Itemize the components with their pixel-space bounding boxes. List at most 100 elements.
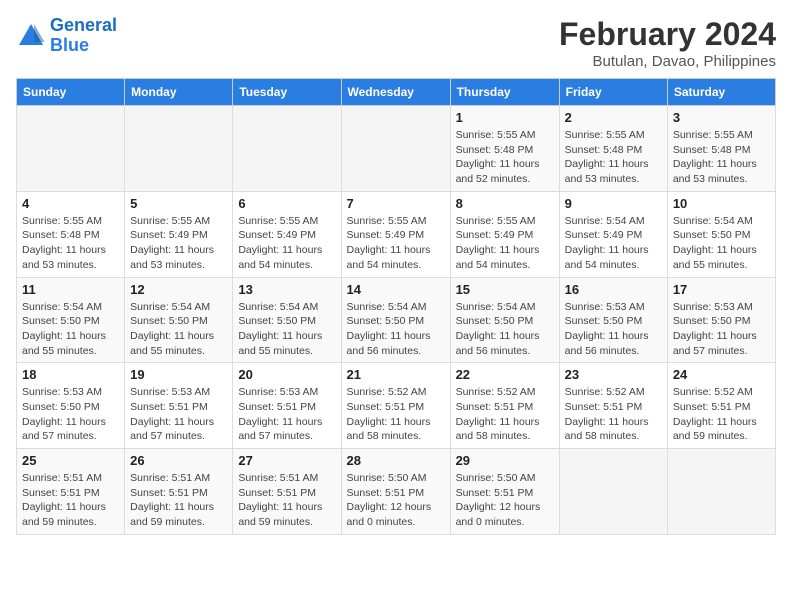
day-detail: Sunrise: 5:54 AMSunset: 5:49 PMDaylight:… xyxy=(565,214,662,273)
calendar-week-5: 25 Sunrise: 5:51 AMSunset: 5:51 PMDayligh… xyxy=(17,449,776,535)
title-block: February 2024 Butulan, Davao, Philippine… xyxy=(559,16,776,70)
day-detail: Sunrise: 5:55 AMSunset: 5:49 PMDaylight:… xyxy=(456,214,554,273)
day-detail: Sunrise: 5:51 AMSunset: 5:51 PMDaylight:… xyxy=(238,471,335,530)
day-number: 15 xyxy=(456,282,554,297)
day-detail: Sunrise: 5:53 AMSunset: 5:51 PMDaylight:… xyxy=(130,385,227,444)
calendar-cell: 6 Sunrise: 5:55 AMSunset: 5:49 PMDaylight… xyxy=(233,191,341,277)
day-number: 29 xyxy=(456,453,554,468)
day-detail: Sunrise: 5:52 AMSunset: 5:51 PMDaylight:… xyxy=(456,385,554,444)
calendar-cell: 7 Sunrise: 5:55 AMSunset: 5:49 PMDaylight… xyxy=(341,191,450,277)
calendar-week-3: 11 Sunrise: 5:54 AMSunset: 5:50 PMDayligh… xyxy=(17,277,776,363)
calendar-week-2: 4 Sunrise: 5:55 AMSunset: 5:48 PMDaylight… xyxy=(17,191,776,277)
logo: General Blue xyxy=(16,16,117,56)
calendar-cell xyxy=(233,106,341,192)
calendar-cell: 2Sunrise: 5:55 AMSunset: 5:48 PMDaylight… xyxy=(559,106,667,192)
day-number: 10 xyxy=(673,196,770,211)
calendar-week-1: 1 Sunrise: 5:55 AMSunset: 5:48 PMDaylight… xyxy=(17,106,776,192)
day-number: 25 xyxy=(22,453,119,468)
weekday-header-row: SundayMondayTuesdayWednesdayThursdayFrid… xyxy=(17,79,776,106)
calendar-cell xyxy=(125,106,233,192)
weekday-header-thursday: Thursday xyxy=(450,79,559,106)
calendar-cell: 20Sunrise: 5:53 AMSunset: 5:51 PMDayligh… xyxy=(233,363,341,449)
calendar-cell: 10Sunrise: 5:54 AMSunset: 5:50 PMDayligh… xyxy=(667,191,775,277)
calendar-cell: 23 Sunrise: 5:52 AMSunset: 5:51 PMDayligh… xyxy=(559,363,667,449)
day-detail: Sunrise: 5:50 AMSunset: 5:51 PMDaylight:… xyxy=(456,471,554,530)
month-year: February 2024 xyxy=(559,16,776,53)
calendar-table: SundayMondayTuesdayWednesdayThursdayFrid… xyxy=(16,78,776,535)
day-number: 12 xyxy=(130,282,227,297)
day-number: 22 xyxy=(456,367,554,382)
calendar-cell: 4 Sunrise: 5:55 AMSunset: 5:48 PMDaylight… xyxy=(17,191,125,277)
calendar-cell: 13 Sunrise: 5:54 AMSunset: 5:50 PMDayligh… xyxy=(233,277,341,363)
day-detail: Sunrise: 5:50 AMSunset: 5:51 PMDaylight:… xyxy=(347,471,445,530)
day-detail: Sunrise: 5:55 AMSunset: 5:49 PMDaylight:… xyxy=(130,214,227,273)
calendar-cell: 17 Sunrise: 5:53 AMSunset: 5:50 PMDayligh… xyxy=(667,277,775,363)
location: Butulan, Davao, Philippines xyxy=(559,53,776,70)
calendar-cell: 25 Sunrise: 5:51 AMSunset: 5:51 PMDayligh… xyxy=(17,449,125,535)
logo-icon xyxy=(16,21,46,51)
day-number: 3 xyxy=(673,110,770,125)
day-number: 27 xyxy=(238,453,335,468)
day-number: 19 xyxy=(130,367,227,382)
calendar-cell: 19 Sunrise: 5:53 AMSunset: 5:51 PMDayligh… xyxy=(125,363,233,449)
calendar-cell: 8 Sunrise: 5:55 AMSunset: 5:49 PMDaylight… xyxy=(450,191,559,277)
day-detail: Sunrise: 5:55 AMSunset: 5:48 PMDaylight:… xyxy=(22,214,119,273)
day-detail: Sunrise: 5:55 AMSunset: 5:49 PMDaylight:… xyxy=(347,214,445,273)
day-detail: Sunrise: 5:54 AMSunset: 5:50 PMDaylight:… xyxy=(238,300,335,359)
calendar-body: 1 Sunrise: 5:55 AMSunset: 5:48 PMDaylight… xyxy=(17,106,776,535)
day-number: 18 xyxy=(22,367,119,382)
calendar-cell: 14Sunrise: 5:54 AMSunset: 5:50 PMDayligh… xyxy=(341,277,450,363)
day-number: 23 xyxy=(565,367,662,382)
calendar-week-4: 18 Sunrise: 5:53 AMSunset: 5:50 PMDayligh… xyxy=(17,363,776,449)
day-number: 7 xyxy=(347,196,445,211)
calendar-cell: 11 Sunrise: 5:54 AMSunset: 5:50 PMDayligh… xyxy=(17,277,125,363)
day-number: 9 xyxy=(565,196,662,211)
day-number: 16 xyxy=(565,282,662,297)
calendar-cell: 21Sunrise: 5:52 AMSunset: 5:51 PMDayligh… xyxy=(341,363,450,449)
calendar-cell: 16 Sunrise: 5:53 AMSunset: 5:50 PMDayligh… xyxy=(559,277,667,363)
calendar-cell: 18 Sunrise: 5:53 AMSunset: 5:50 PMDayligh… xyxy=(17,363,125,449)
day-detail: Sunrise: 5:51 AMSunset: 5:51 PMDaylight:… xyxy=(22,471,119,530)
day-detail: Sunrise: 5:51 AMSunset: 5:51 PMDaylight:… xyxy=(130,471,227,530)
day-detail: Sunrise: 5:54 AMSunset: 5:50 PMDaylight:… xyxy=(22,300,119,359)
day-detail: Sunrise: 5:53 AMSunset: 5:50 PMDaylight:… xyxy=(673,300,770,359)
day-number: 11 xyxy=(22,282,119,297)
calendar-cell xyxy=(341,106,450,192)
weekday-header-tuesday: Tuesday xyxy=(233,79,341,106)
calendar-cell: 29 Sunrise: 5:50 AMSunset: 5:51 PMDayligh… xyxy=(450,449,559,535)
day-detail: Sunrise: 5:55 AMSunset: 5:48 PMDaylight:… xyxy=(456,128,554,187)
day-number: 28 xyxy=(347,453,445,468)
weekday-header-sunday: Sunday xyxy=(17,79,125,106)
weekday-header-monday: Monday xyxy=(125,79,233,106)
day-number: 1 xyxy=(456,110,554,125)
day-number: 2 xyxy=(565,110,662,125)
weekday-header-saturday: Saturday xyxy=(667,79,775,106)
calendar-cell: 15Sunrise: 5:54 AMSunset: 5:50 PMDayligh… xyxy=(450,277,559,363)
day-number: 13 xyxy=(238,282,335,297)
day-detail: Sunrise: 5:53 AMSunset: 5:50 PMDaylight:… xyxy=(565,300,662,359)
day-detail: Sunrise: 5:55 AMSunset: 5:49 PMDaylight:… xyxy=(238,214,335,273)
calendar-cell: 3 Sunrise: 5:55 AMSunset: 5:48 PMDaylight… xyxy=(667,106,775,192)
calendar-cell: 26 Sunrise: 5:51 AMSunset: 5:51 PMDayligh… xyxy=(125,449,233,535)
day-number: 6 xyxy=(238,196,335,211)
day-detail: Sunrise: 5:52 AMSunset: 5:51 PMDaylight:… xyxy=(347,385,445,444)
calendar-cell: 1 Sunrise: 5:55 AMSunset: 5:48 PMDaylight… xyxy=(450,106,559,192)
calendar-cell xyxy=(17,106,125,192)
day-number: 24 xyxy=(673,367,770,382)
logo-text: General Blue xyxy=(50,16,117,56)
calendar-cell: 28 Sunrise: 5:50 AMSunset: 5:51 PMDayligh… xyxy=(341,449,450,535)
weekday-header-wednesday: Wednesday xyxy=(341,79,450,106)
day-detail: Sunrise: 5:55 AMSunset: 5:48 PMDaylight:… xyxy=(673,128,770,187)
calendar-cell xyxy=(559,449,667,535)
calendar-cell: 12 Sunrise: 5:54 AMSunset: 5:50 PMDayligh… xyxy=(125,277,233,363)
day-detail: Sunrise: 5:54 AMSunset: 5:50 PMDaylight:… xyxy=(130,300,227,359)
day-number: 26 xyxy=(130,453,227,468)
day-number: 8 xyxy=(456,196,554,211)
day-detail: Sunrise: 5:52 AMSunset: 5:51 PMDaylight:… xyxy=(565,385,662,444)
calendar-cell xyxy=(667,449,775,535)
day-detail: Sunrise: 5:53 AMSunset: 5:50 PMDaylight:… xyxy=(22,385,119,444)
day-number: 17 xyxy=(673,282,770,297)
calendar-header: SundayMondayTuesdayWednesdayThursdayFrid… xyxy=(17,79,776,106)
day-detail: Sunrise: 5:53 AMSunset: 5:51 PMDaylight:… xyxy=(238,385,335,444)
day-number: 4 xyxy=(22,196,119,211)
